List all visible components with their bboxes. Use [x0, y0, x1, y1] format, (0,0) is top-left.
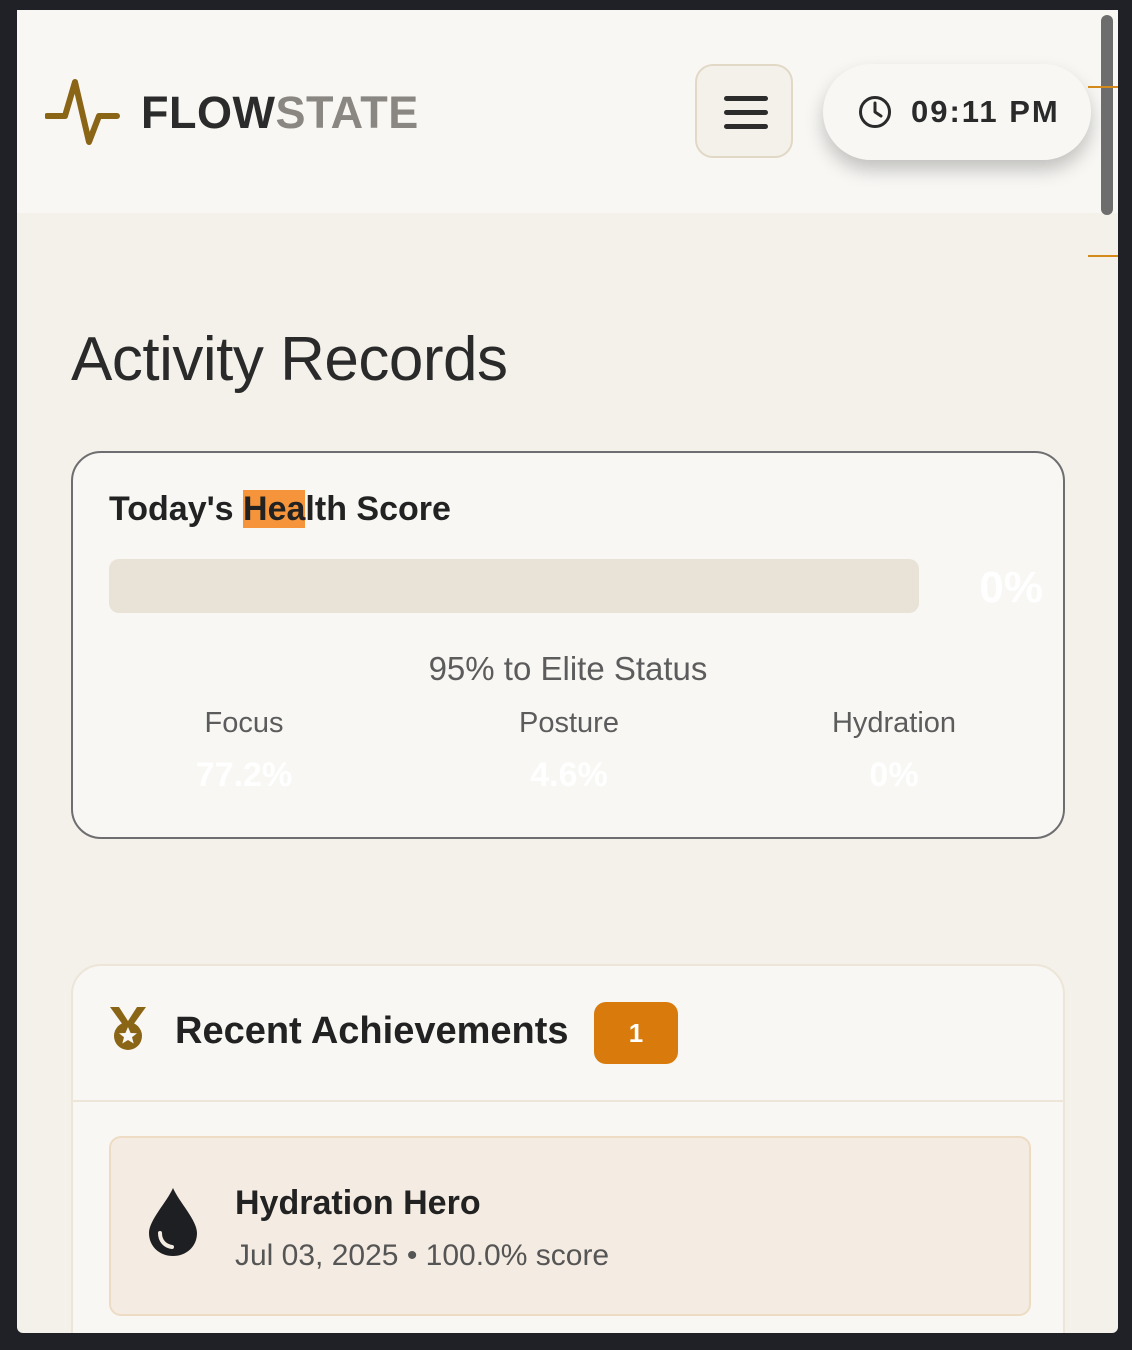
achievements-header: Recent Achievements 1 [73, 966, 1063, 1102]
health-score-title: Today's Health Score [109, 490, 451, 528]
metric-value: 4.6% [530, 756, 608, 794]
health-score-progress-bar [109, 559, 919, 613]
metric-value: 77.2% [195, 756, 293, 794]
health-score-percentage: 0% [979, 563, 1043, 612]
accent-divider [1088, 86, 1118, 88]
metric-posture: Posture 4.6% [419, 705, 719, 795]
health-score-card: Today's Health Score 0% 95% to Elite Sta… [71, 451, 1065, 839]
brand-name-part2: STATE [275, 87, 419, 138]
achievement-item[interactable]: Hydration Hero Jul 03, 2025 • 100.0% sco… [109, 1136, 1031, 1316]
achievements-count-badge: 1 [594, 1002, 678, 1064]
pulse-icon [45, 79, 120, 145]
recent-achievements-card: Recent Achievements 1 Hydration Hero Jul… [71, 964, 1065, 1333]
achievement-date: Jul 03, 2025 [235, 1239, 399, 1272]
metric-focus: Focus 77.2% [94, 705, 394, 795]
metric-value: 0% [869, 756, 919, 794]
current-time: 09:11 PM [911, 94, 1060, 129]
achievement-meta: Jul 03, 2025 • 100.0% score [235, 1236, 609, 1276]
metric-label: Focus [204, 707, 284, 739]
water-drop-icon [149, 1188, 197, 1256]
scrollbar-thumb[interactable] [1101, 15, 1113, 215]
achievements-title: Recent Achievements [175, 1010, 569, 1052]
top-navigation-bar: FLOWSTATE 09:11 PM [17, 10, 1118, 215]
text-highlight: Hea [243, 490, 306, 528]
medal-icon [110, 1007, 146, 1050]
app-window: FLOWSTATE 09:11 PM Activity Records Toda… [17, 10, 1118, 1333]
elite-status-text: 95% to Elite Status [428, 650, 708, 687]
achievement-score: 100.0% score [425, 1239, 610, 1272]
brand-name[interactable]: FLOWSTATE [141, 86, 419, 140]
metric-label: Hydration [831, 707, 957, 739]
accent-divider [1088, 255, 1118, 257]
menu-button[interactable] [695, 64, 793, 158]
brand-name-part1: FLOW [141, 87, 276, 138]
metric-hydration: Hydration 0% [744, 705, 1044, 795]
clock-icon [859, 96, 891, 128]
clock-display[interactable]: 09:11 PM [823, 64, 1091, 160]
achievement-name: Hydration Hero [235, 1184, 481, 1222]
page-title: Activity Records [71, 325, 508, 394]
metric-label: Posture [519, 707, 619, 739]
meta-separator: • [406, 1239, 418, 1272]
